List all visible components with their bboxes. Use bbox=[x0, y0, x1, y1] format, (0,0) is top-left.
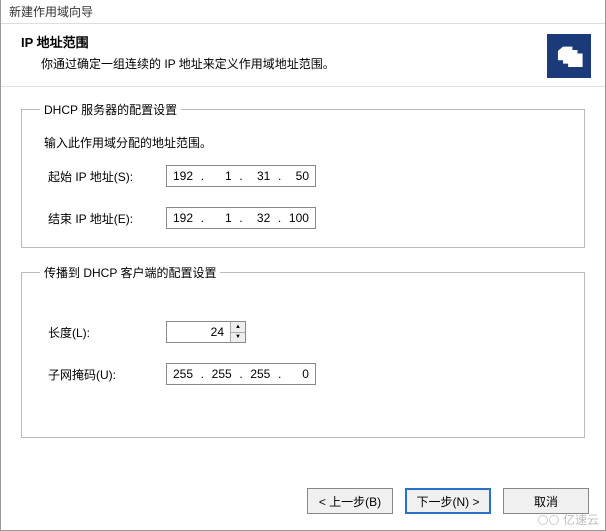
server-settings-legend: DHCP 服务器的配置设置 bbox=[40, 101, 181, 118]
ip-octet[interactable]: 255 bbox=[248, 367, 272, 381]
length-spinner[interactable]: 24 ▲ ▼ bbox=[166, 321, 246, 343]
end-ip-input[interactable]: 192. 1. 32. 100 bbox=[166, 207, 316, 229]
wizard-header: IP 地址范围 你通过确定一组连续的 IP 地址来定义作用域地址范围。 bbox=[1, 24, 605, 86]
ip-octet[interactable]: 255 bbox=[171, 367, 195, 381]
client-settings-legend: 传播到 DHCP 客户端的配置设置 bbox=[40, 264, 220, 281]
ip-octet[interactable]: 192 bbox=[171, 169, 195, 183]
length-label: 长度(L): bbox=[48, 324, 166, 341]
back-button[interactable]: < 上一步(B) bbox=[307, 488, 393, 514]
length-value[interactable]: 24 bbox=[167, 322, 230, 342]
client-settings-group: 传播到 DHCP 客户端的配置设置 长度(L): 24 ▲ ▼ 子网掩码(U):… bbox=[21, 264, 585, 438]
ip-octet[interactable]: 1 bbox=[210, 211, 234, 225]
start-ip-input[interactable]: 192. 1. 31. 50 bbox=[166, 165, 316, 187]
wizard-buttons: < 上一步(B) 下一步(N) > 取消 bbox=[307, 488, 589, 514]
cancel-button[interactable]: 取消 bbox=[503, 488, 589, 514]
ip-octet[interactable]: 0 bbox=[287, 367, 311, 381]
ip-octet[interactable]: 192 bbox=[171, 211, 195, 225]
end-ip-label: 结束 IP 地址(E): bbox=[48, 210, 166, 227]
ip-octet[interactable]: 100 bbox=[287, 211, 311, 225]
ip-octet[interactable]: 31 bbox=[248, 169, 272, 183]
ip-octet[interactable]: 255 bbox=[210, 367, 234, 381]
length-row: 长度(L): 24 ▲ ▼ bbox=[48, 321, 566, 343]
header-description: 你通过确定一组连续的 IP 地址来定义作用域地址范围。 bbox=[21, 55, 585, 72]
header-title: IP 地址范围 bbox=[21, 32, 585, 51]
start-ip-row: 起始 IP 地址(S): 192. 1. 31. 50 bbox=[48, 165, 566, 187]
content-area: DHCP 服务器的配置设置 输入此作用域分配的地址范围。 起始 IP 地址(S)… bbox=[1, 87, 605, 464]
wizard-window: 新建作用域向导 IP 地址范围 你通过确定一组连续的 IP 地址来定义作用域地址… bbox=[0, 0, 606, 531]
spinner-down-icon[interactable]: ▼ bbox=[231, 333, 245, 343]
spinner-buttons: ▲ ▼ bbox=[230, 322, 245, 342]
end-ip-row: 结束 IP 地址(E): 192. 1. 32. 100 bbox=[48, 207, 566, 229]
spinner-up-icon[interactable]: ▲ bbox=[231, 322, 245, 333]
folders-icon bbox=[547, 34, 591, 78]
mask-row: 子网掩码(U): 255. 255. 255. 0 bbox=[48, 363, 566, 385]
watermark-icon bbox=[538, 515, 559, 525]
window-title-text: 新建作用域向导 bbox=[9, 5, 93, 19]
ip-octet[interactable]: 1 bbox=[210, 169, 234, 183]
mask-label: 子网掩码(U): bbox=[48, 366, 166, 383]
subnet-mask-input[interactable]: 255. 255. 255. 0 bbox=[166, 363, 316, 385]
server-settings-intro: 输入此作用域分配的地址范围。 bbox=[44, 134, 566, 151]
next-button[interactable]: 下一步(N) > bbox=[405, 488, 491, 514]
server-settings-group: DHCP 服务器的配置设置 输入此作用域分配的地址范围。 起始 IP 地址(S)… bbox=[21, 101, 585, 248]
window-title: 新建作用域向导 bbox=[1, 0, 605, 24]
ip-octet[interactable]: 50 bbox=[287, 169, 311, 183]
ip-octet[interactable]: 32 bbox=[248, 211, 272, 225]
start-ip-label: 起始 IP 地址(S): bbox=[48, 168, 166, 185]
